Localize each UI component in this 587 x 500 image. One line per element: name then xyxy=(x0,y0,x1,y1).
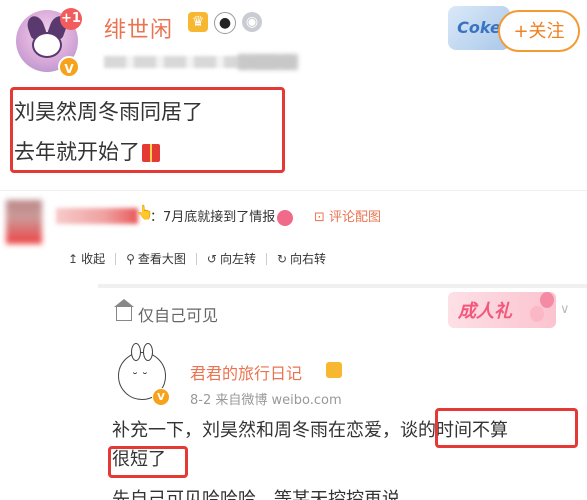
privacy-text: 仅自己可见 xyxy=(138,306,219,325)
username[interactable]: 绯世闲 xyxy=(104,12,173,44)
highlight-box-post xyxy=(10,87,285,173)
comment-text: ：7月底就接到了情报 xyxy=(150,210,276,225)
verified-badge-icon: V xyxy=(152,388,170,406)
highlight-box-short xyxy=(108,446,188,478)
view-large-button[interactable]: ⚲ 查看大图 xyxy=(126,250,186,267)
rotate-right-button[interactable]: ↻ 向右转 xyxy=(277,250,326,267)
collapse-label: 收起 xyxy=(81,252,106,266)
toolbar-separator xyxy=(265,252,267,265)
toolbar-separator xyxy=(115,252,117,265)
rotate-right-label: 向右转 xyxy=(290,252,327,266)
home-icon xyxy=(114,299,134,321)
medal-icon: ◉ xyxy=(242,12,262,32)
rotate-left-button[interactable]: ↺ 向左转 xyxy=(207,250,256,267)
screenshot-body-line3: 先自己可见哈哈哈，等某天控控再说 xyxy=(112,489,400,500)
blush-emoji-icon xyxy=(277,209,294,226)
ceremony-banner-text: 成人礼 xyxy=(458,301,512,322)
panda-icon: ● xyxy=(214,12,236,34)
notification-badge: +1 xyxy=(60,8,82,30)
screenshot-author-name: 君君的旅行日记 xyxy=(190,364,303,383)
balloon-icon xyxy=(530,306,544,322)
crown-icon xyxy=(326,362,342,378)
divider xyxy=(0,190,587,191)
rotate-left-label: 向左转 xyxy=(219,252,256,266)
privacy-label: 仅自己可见 xyxy=(114,299,219,326)
rotate-right-icon: ↻ xyxy=(276,251,288,266)
image-icon: ⊡ xyxy=(314,210,325,225)
follow-button[interactable]: +关注 xyxy=(498,10,580,52)
image-viewer-toolbar: ↥ 收起 ⚲ 查看大图 ↺ 向左转 ↻ 向右转 xyxy=(68,250,326,267)
avatar-face-icon: ˘ ˘ xyxy=(132,371,148,385)
chevron-down-icon[interactable]: ∨ xyxy=(560,302,570,317)
comment-image-link[interactable]: ⊡ 评论配图 xyxy=(314,206,381,225)
rotate-left-icon: ↺ xyxy=(206,251,217,266)
collapse-icon: ↥ xyxy=(68,251,79,266)
view-large-label: 查看大图 xyxy=(137,252,186,266)
collapse-button[interactable]: ↥ 收起 xyxy=(68,250,105,267)
crown-icon: ♛ xyxy=(188,12,208,32)
verified-badge-icon: V xyxy=(58,56,80,78)
comment-image-label: 评论配图 xyxy=(329,210,382,225)
balloon-icon xyxy=(540,292,554,308)
user-badges: ♛ ● ◉ xyxy=(188,12,262,34)
comment-text-wrap: ：7月底就接到了情报 xyxy=(150,206,294,226)
highlight-box-duration xyxy=(435,408,578,448)
commenter-avatar[interactable] xyxy=(6,200,42,244)
magnifier-icon: ⚲ xyxy=(126,251,135,266)
commenter-name-blurred xyxy=(56,208,138,224)
screenshot-meta: 8-2 来自微博 weibo.com xyxy=(190,393,342,408)
toolbar-separator xyxy=(195,252,197,265)
blurred-meta-tail xyxy=(238,54,298,70)
